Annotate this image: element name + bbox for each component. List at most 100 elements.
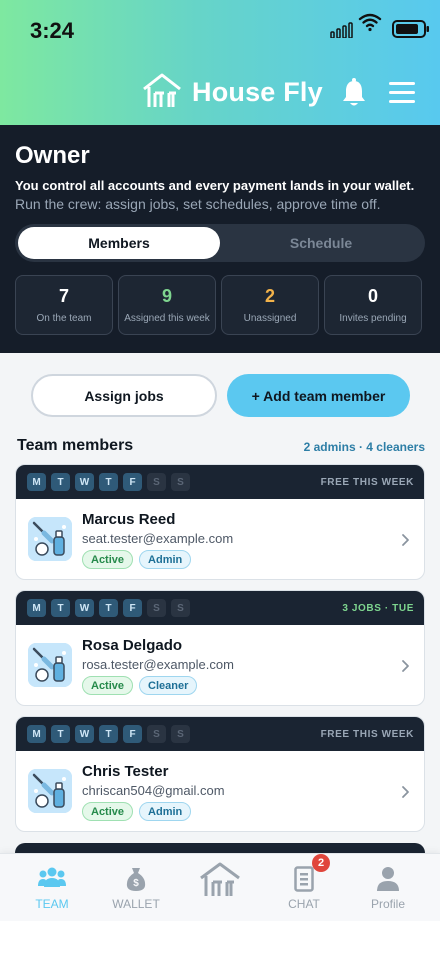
day-chip: S — [171, 725, 190, 743]
house-logo-icon — [143, 73, 181, 107]
avatar — [28, 517, 72, 561]
member-name: Chris Tester — [82, 763, 169, 780]
weekday-chips: M T W T F S S — [27, 599, 190, 617]
status-badge: Active — [82, 550, 134, 569]
member-tags: Active Admin — [82, 802, 192, 821]
role-badge: Cleaner — [139, 676, 198, 695]
status-badge: Active — [82, 802, 134, 821]
notification-bell-icon[interactable] — [340, 78, 368, 108]
member-tags: Active Cleaner — [82, 676, 198, 695]
availability-status: 3 JOBS · TUE — [342, 603, 414, 614]
hamburger-menu-icon[interactable] — [388, 80, 416, 104]
day-chip: M — [27, 725, 46, 743]
day-chip: T — [51, 725, 70, 743]
stat-value: 0 — [367, 286, 378, 306]
owner-subtitle: Run the crew: assign jobs, set schedules… — [15, 196, 381, 212]
wallet-icon: $ — [126, 868, 146, 891]
day-chip: M — [27, 599, 46, 617]
tab-members[interactable]: Members — [18, 227, 220, 259]
team-members-heading: Team members — [17, 437, 134, 454]
wifi-icon — [358, 13, 382, 32]
stat-label: Assigned this week — [124, 313, 210, 324]
stats-row: 7 On the team 9 Assigned this week 2 Una… — [15, 275, 425, 335]
add-team-member-button[interactable]: + Add team member — [227, 374, 410, 417]
chevron-right-icon — [402, 786, 409, 798]
tab-label: TEAM — [35, 897, 69, 911]
week-schedule-bar: M T W T F S S FREE THIS WEEK — [16, 465, 424, 499]
availability-status: FREE THIS WEEK — [320, 729, 414, 740]
members-schedule-toggle: Members Schedule — [15, 224, 425, 262]
tab-wallet[interactable]: $ WALLET — [92, 854, 180, 922]
member-name: Marcus Reed — [82, 511, 176, 528]
member-card[interactable]: M T W T F S S FREE THIS WEEK Chris Teste… — [15, 716, 425, 832]
day-chip: W — [75, 599, 94, 617]
availability-status: FREE THIS WEEK — [320, 477, 414, 488]
stat-value: 2 — [264, 286, 275, 306]
owner-description: You control all accounts and every payme… — [15, 178, 415, 193]
role-badge: Admin — [139, 550, 192, 569]
day-chip: T — [99, 473, 118, 491]
house-icon — [200, 862, 240, 896]
status-bar: 3:24 — [0, 0, 440, 60]
owner-panel: Owner You control all accounts and every… — [0, 125, 440, 353]
weekday-chips: M T W T F S S — [27, 473, 190, 491]
day-chip: T — [99, 725, 118, 743]
stat-on-team[interactable]: 7 On the team — [15, 275, 113, 335]
tab-team[interactable]: TEAM — [8, 854, 96, 922]
member-email: seat.tester@example.com — [82, 531, 234, 546]
avatar — [28, 769, 72, 813]
stat-label: Unassigned — [243, 313, 297, 324]
tab-profile[interactable]: Profile — [344, 854, 432, 922]
stat-value: 7 — [58, 286, 69, 306]
member-email: rosa.tester@example.com — [82, 657, 234, 672]
day-chip: F — [123, 725, 142, 743]
stat-assigned[interactable]: 9 Assigned this week — [118, 275, 216, 335]
cellular-signal-icon — [330, 22, 353, 38]
weekday-chips: M T W T F S S — [27, 725, 190, 743]
app-logo: House Fly — [140, 68, 323, 116]
stat-unassigned[interactable]: 2 Unassigned — [221, 275, 319, 335]
day-chip: S — [147, 725, 166, 743]
week-schedule-bar: M T W T F S S FREE THIS WEEK — [16, 717, 424, 751]
status-time: 3:24 — [30, 18, 75, 43]
day-chip: M — [27, 473, 46, 491]
week-schedule-bar: M T W T F S S 3 JOBS · TUE — [16, 591, 424, 625]
tab-home[interactable] — [176, 854, 264, 922]
profile-icon — [377, 867, 399, 891]
cleaning-tools-icon — [28, 769, 72, 813]
member-email: chriscan504@gmail.com — [82, 783, 225, 798]
member-tags: Active Admin — [82, 550, 192, 569]
bottom-tab-bar: TEAM $ WALLET 2 CHAT Profile — [0, 853, 440, 921]
tab-label: WALLET — [112, 897, 160, 911]
stat-label: Invites pending — [339, 313, 407, 324]
chevron-right-icon — [402, 534, 409, 546]
role-badge: Admin — [139, 802, 192, 821]
tab-label: CHAT — [288, 897, 320, 911]
member-card[interactable]: M T W T F S S FREE THIS WEEK Marcus Reed… — [15, 464, 425, 580]
team-icon — [38, 867, 66, 887]
battery-icon — [392, 20, 429, 38]
home-indicator-area — [0, 921, 440, 954]
cleaning-tools-icon — [28, 643, 72, 687]
svg-text:$: $ — [133, 878, 139, 889]
day-chip: W — [75, 725, 94, 743]
stat-value: 9 — [161, 286, 172, 306]
team-members-summary: 2 admins · 4 cleaners — [303, 440, 425, 454]
chat-unread-badge: 2 — [312, 854, 330, 872]
day-chip: T — [99, 599, 118, 617]
cleaning-tools-icon — [28, 517, 72, 561]
day-chip: W — [75, 473, 94, 491]
assign-jobs-button[interactable]: Assign jobs — [31, 374, 217, 417]
member-name: Rosa Delgado — [82, 637, 183, 654]
tab-schedule[interactable]: Schedule — [220, 227, 422, 259]
day-chip: S — [147, 473, 166, 491]
day-chip: F — [123, 599, 142, 617]
day-chip: S — [171, 599, 190, 617]
member-card[interactable]: M T W T F S S 3 JOBS · TUE Rosa Delgado … — [15, 590, 425, 706]
chat-icon — [294, 866, 314, 892]
day-chip: S — [171, 473, 190, 491]
tab-chat[interactable]: 2 CHAT — [260, 854, 348, 922]
day-chip: S — [147, 599, 166, 617]
stat-invites-pending[interactable]: 0 Invites pending — [324, 275, 422, 335]
day-chip: T — [51, 599, 70, 617]
